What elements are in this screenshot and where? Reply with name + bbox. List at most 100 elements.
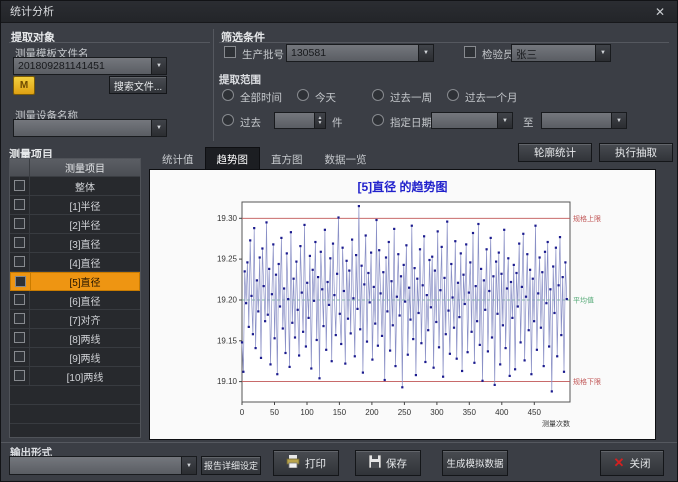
measure-item-row[interactable]: [1]半径 — [10, 196, 140, 215]
time-range-radio[interactable] — [447, 89, 459, 101]
svg-text:350: 350 — [463, 408, 477, 417]
template-file-dropdown[interactable]: 201809281141451 ▼ — [13, 57, 167, 75]
printer-icon — [286, 455, 300, 471]
row-checkbox[interactable] — [14, 294, 25, 305]
svg-text:测量次数: 测量次数 — [542, 419, 570, 428]
measure-item-label: [9]两线 — [30, 350, 140, 365]
batch-dropdown[interactable]: 130581 ▼ — [286, 44, 434, 62]
trend-chart: 平均值规格上限规格下限19.1019.1519.2019.2519.300501… — [150, 170, 655, 439]
measure-item-row[interactable]: [10]两线 — [10, 367, 140, 386]
time-range-radio[interactable] — [222, 89, 234, 101]
row-checkbox-cell — [10, 367, 30, 385]
search-file-button[interactable]: 搜索文件... — [109, 76, 167, 94]
measure-items-list: 测量项目 整体[1]半径 [2]半径 [3]直径 [4]直径 [5]直径[6]直径 [7]… — [9, 158, 141, 438]
inspector-dropdown[interactable]: 张三 ▼ — [511, 44, 611, 62]
print-button[interactable]: 打印 — [273, 450, 339, 476]
empty-row — [10, 386, 140, 405]
time-range-radio-label: 过去一个月 — [465, 90, 518, 105]
header-label: 测量项目 — [30, 160, 140, 175]
to-label: 至 — [523, 115, 534, 130]
svg-text:平均值: 平均值 — [573, 296, 594, 305]
row-checkbox[interactable] — [14, 332, 25, 343]
svg-text:0: 0 — [240, 408, 245, 417]
batch-checkbox[interactable] — [224, 46, 236, 58]
generate-sim-data-button[interactable]: 生成模拟数据 — [442, 450, 508, 476]
window-title: 统计分析 — [10, 6, 54, 18]
chevron-down-icon[interactable]: ▼ — [497, 113, 512, 128]
chevron-down-icon[interactable]: ▼ — [418, 45, 433, 61]
date-from-dropdown[interactable]: ▼ — [431, 112, 513, 129]
empty-row — [10, 405, 140, 424]
measure-item-label: [4]直径 — [30, 255, 140, 270]
output-format-dropdown[interactable]: ▼ — [9, 456, 197, 475]
divider — [1, 442, 678, 443]
chevron-down-icon[interactable]: ▼ — [151, 120, 166, 136]
measure-item-row[interactable]: 整体 — [10, 177, 140, 196]
row-checkbox-cell — [10, 348, 30, 366]
template-file-value: 201809281141451 — [14, 58, 151, 74]
row-checkbox-cell — [10, 291, 30, 309]
tab-2[interactable]: 直方图 — [260, 148, 314, 171]
row-checkbox[interactable] — [14, 218, 25, 229]
row-checkbox-cell — [11, 273, 31, 290]
row-checkbox[interactable] — [14, 370, 25, 381]
measure-item-row[interactable]: [7]对齐 — [10, 310, 140, 329]
report-settings-button[interactable]: 报告详细设定 — [201, 456, 261, 475]
measure-item-row[interactable]: [4]直径 — [10, 253, 140, 272]
time-range-radio[interactable] — [297, 89, 309, 101]
close-button[interactable]: ✕ 关闭 — [600, 450, 664, 476]
titlebar: 统计分析 ✕ — [1, 1, 677, 23]
row-checkbox[interactable] — [14, 180, 25, 191]
past-radio[interactable] — [222, 114, 234, 126]
svg-text:200: 200 — [365, 408, 379, 417]
measure-item-label: [7]对齐 — [30, 312, 140, 327]
past-count-value — [275, 113, 314, 128]
save-button[interactable]: 保存 — [355, 450, 421, 476]
measure-item-row[interactable]: [6]直径 — [10, 291, 140, 310]
date-range-radio[interactable] — [372, 114, 384, 126]
measure-items-body: 整体[1]半径 [2]半径 [3]直径 [4]直径 [5]直径[6]直径 [7]对齐 [8]… — [10, 177, 140, 481]
chevron-down-icon[interactable]: ▼ — [595, 45, 610, 61]
row-checkbox[interactable] — [14, 256, 25, 267]
row-checkbox-cell — [10, 196, 30, 214]
row-checkbox[interactable] — [14, 313, 25, 324]
row-checkbox-cell — [10, 253, 30, 271]
chevron-down-icon[interactable]: ▼ — [611, 113, 626, 128]
measure-item-row[interactable]: [3]直径 — [10, 234, 140, 253]
time-range-radio[interactable] — [372, 89, 384, 101]
device-name-dropdown[interactable]: ▼ — [13, 119, 167, 137]
measure-item-label: [2]半径 — [30, 217, 140, 232]
chevron-down-icon[interactable]: ▼ — [151, 58, 166, 74]
row-checkbox[interactable] — [14, 351, 25, 362]
row-checkbox-cell — [10, 234, 30, 252]
execute-extract-button[interactable]: 执行抽取 — [599, 143, 673, 162]
measure-file-icon: M — [13, 76, 35, 95]
time-range-radio-label: 今天 — [315, 90, 336, 105]
svg-text:19.15: 19.15 — [217, 336, 238, 345]
row-checkbox[interactable] — [14, 199, 25, 210]
inspector-checkbox[interactable] — [464, 46, 476, 58]
measure-item-row[interactable]: [2]半径 — [10, 215, 140, 234]
statistics-analysis-dialog: 统计分析 ✕ 提取对象 测量模板文件名 201809281141451 ▼ M … — [0, 0, 678, 482]
tab-3[interactable]: 数据一览 — [314, 148, 378, 171]
measure-item-row[interactable]: [5]直径 — [10, 272, 140, 291]
measure-item-row[interactable]: [8]两线 — [10, 329, 140, 348]
date-to-dropdown[interactable]: ▼ — [541, 112, 627, 129]
stepper-arrows-icon[interactable]: ▲▼ — [314, 113, 325, 128]
chevron-down-icon[interactable]: ▼ — [181, 457, 196, 474]
inspector-label: 检验员 — [482, 47, 514, 62]
tab-0[interactable]: 统计值 — [151, 148, 205, 171]
row-checkbox[interactable] — [15, 276, 26, 287]
svg-text:300: 300 — [430, 408, 444, 417]
red-x-icon: ✕ — [614, 455, 625, 471]
close-icon[interactable]: ✕ — [651, 3, 669, 21]
past-count-stepper[interactable]: ▲▼ — [274, 112, 326, 129]
date-from-value — [432, 113, 497, 128]
row-checkbox[interactable] — [14, 237, 25, 248]
output-format-value — [10, 457, 181, 474]
outline-stats-button[interactable]: 轮廓统计 — [518, 143, 592, 162]
measure-item-row[interactable]: [9]两线 — [10, 348, 140, 367]
print-label: 打印 — [305, 456, 326, 471]
floppy-disk-icon — [369, 455, 381, 471]
measure-item-label: [10]两线 — [30, 369, 140, 384]
